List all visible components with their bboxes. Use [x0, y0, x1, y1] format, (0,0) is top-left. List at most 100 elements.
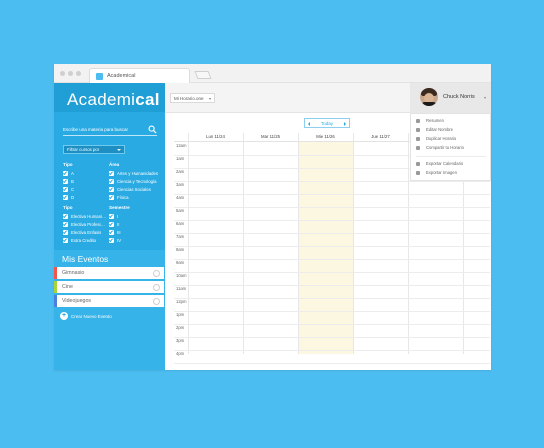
- hour-row-divider: [174, 298, 490, 299]
- event-item[interactable]: Videojuegos: [54, 295, 164, 307]
- search-icon[interactable]: [148, 125, 157, 134]
- menu-item-duplicar[interactable]: Duplicar Horario: [411, 134, 490, 143]
- sidebar: Academical Escribe una materia para busc…: [54, 83, 165, 370]
- image-icon: [416, 170, 420, 175]
- hour-row-divider: [174, 311, 490, 312]
- menu-item-exportar-calendario[interactable]: Exportar Calendario: [411, 159, 490, 168]
- next-week-icon[interactable]: [344, 122, 346, 126]
- event-label: Cine: [62, 284, 73, 290]
- filter-option[interactable]: Física: [109, 193, 158, 201]
- hour-row-divider: [174, 194, 490, 195]
- filter-option[interactable]: IV: [109, 236, 130, 244]
- checkbox[interactable]: [63, 170, 68, 176]
- checkbox[interactable]: [109, 186, 114, 192]
- time-label: 9am: [176, 260, 185, 265]
- checkbox[interactable]: [109, 178, 114, 184]
- hour-row-divider: [174, 337, 490, 338]
- remove-event-icon[interactable]: [153, 269, 160, 277]
- menu-item-compartir[interactable]: Compartir tu Horario: [411, 143, 490, 152]
- checkbox[interactable]: [63, 229, 68, 235]
- checkbox[interactable]: [109, 194, 114, 200]
- filter-option-label: III: [117, 229, 121, 235]
- filter-option[interactable]: Ciencias Sociales: [109, 185, 158, 193]
- filter-heading: Tipo: [63, 162, 73, 167]
- filter-group-tipo: Tipo A B C D: [63, 161, 74, 201]
- checkbox[interactable]: [63, 178, 68, 184]
- menu-item-editar-nombre[interactable]: Editar Nombre: [411, 125, 490, 134]
- time-label: 1pm: [176, 312, 185, 317]
- user-menu-button[interactable]: Chuck Norris: [410, 83, 491, 113]
- filter-option[interactable]: Electiva Profesi…: [63, 220, 106, 228]
- window-zoom-dot[interactable]: [76, 71, 81, 76]
- hour-row-divider: [174, 207, 490, 208]
- top-bar: Mi Horario.one Chuck Norris: [165, 83, 491, 113]
- course-search[interactable]: Escribe una materia para buscar: [63, 125, 157, 136]
- column-divider: [188, 133, 189, 354]
- create-event-button[interactable]: + Crear Nuevo Evento: [60, 312, 112, 320]
- menu-item-resumen[interactable]: Resumen: [411, 116, 490, 125]
- browser-tab[interactable]: Academical: [89, 68, 190, 83]
- schedule-select[interactable]: Mi Horario.one: [170, 93, 215, 103]
- checkbox[interactable]: [63, 186, 68, 192]
- column-divider: [298, 133, 299, 354]
- filter-option[interactable]: Electiva Humani…: [63, 212, 106, 220]
- today-button[interactable]: Today: [305, 121, 349, 126]
- hour-row-divider: [174, 181, 490, 182]
- filter-option[interactable]: Ciencia y Tecnología: [109, 177, 158, 185]
- new-tab-button[interactable]: [194, 71, 212, 79]
- remove-event-icon[interactable]: [153, 283, 160, 291]
- checkbox[interactable]: [109, 221, 114, 227]
- checkbox[interactable]: [109, 237, 114, 243]
- filter-option[interactable]: Artes y Humanidades: [109, 169, 158, 177]
- time-label: 6am: [176, 221, 185, 226]
- search-input[interactable]: Escribe una materia para buscar: [63, 127, 128, 132]
- filter-option[interactable]: B: [63, 177, 74, 185]
- checkbox[interactable]: [109, 229, 114, 235]
- checkbox[interactable]: [63, 237, 68, 243]
- event-item[interactable]: Cine: [54, 281, 164, 293]
- menu-item-exportar-imagen[interactable]: Exportar Imagen: [411, 168, 490, 177]
- filter-option-label: IV: [117, 237, 122, 243]
- menu-item-label: Exportar Imagen: [426, 169, 457, 175]
- time-label: 2pm: [176, 325, 185, 330]
- filter-option-label: Física: [117, 194, 129, 200]
- checkbox[interactable]: [63, 221, 68, 227]
- filter-option[interactable]: Extra Credito: [63, 236, 106, 244]
- event-item[interactable]: Gimnasio: [54, 267, 164, 279]
- day-header: Lun 11/24: [206, 134, 225, 139]
- window-minimize-dot[interactable]: [68, 71, 73, 76]
- filter-option-label: C: [71, 186, 75, 192]
- browser-chrome: Academical: [54, 64, 491, 83]
- filter-option-label: D: [71, 194, 75, 200]
- chevron-down-icon: [484, 97, 486, 99]
- event-color-bar: [54, 295, 57, 307]
- time-label: 7am: [176, 234, 185, 239]
- filter-option[interactable]: II: [109, 220, 130, 228]
- filter-option-label: Artes y Humanidades: [117, 170, 159, 176]
- time-label: 3pm: [176, 338, 185, 343]
- user-name: Chuck Norris: [443, 94, 475, 100]
- hour-row-divider: [174, 285, 490, 286]
- filter-option[interactable]: III: [109, 228, 130, 236]
- checkbox[interactable]: [63, 194, 68, 200]
- column-divider: [243, 133, 244, 354]
- remove-event-icon[interactable]: [153, 297, 160, 305]
- checkbox[interactable]: [109, 170, 114, 176]
- filter-option[interactable]: C: [63, 185, 74, 193]
- favicon-icon: [96, 73, 103, 80]
- filter-courses-select[interactable]: Filtrar cursos por: [63, 145, 125, 154]
- filter-option[interactable]: A: [63, 169, 74, 177]
- window-close-dot[interactable]: [60, 71, 65, 76]
- filter-option[interactable]: Electiva Enfasis: [63, 228, 106, 236]
- plus-icon: +: [60, 312, 68, 320]
- hour-row-divider: [174, 220, 490, 221]
- chevron-down-icon: [117, 149, 121, 151]
- calendar-toolbar: Today: [165, 113, 410, 133]
- checkbox[interactable]: [63, 213, 68, 219]
- checkbox[interactable]: [109, 213, 114, 219]
- menu-item-label: Resumen: [426, 117, 444, 123]
- filter-option[interactable]: I: [109, 212, 130, 220]
- tab-title: Academical: [107, 73, 136, 79]
- hour-row-divider: [174, 233, 490, 234]
- filter-option[interactable]: D: [63, 193, 74, 201]
